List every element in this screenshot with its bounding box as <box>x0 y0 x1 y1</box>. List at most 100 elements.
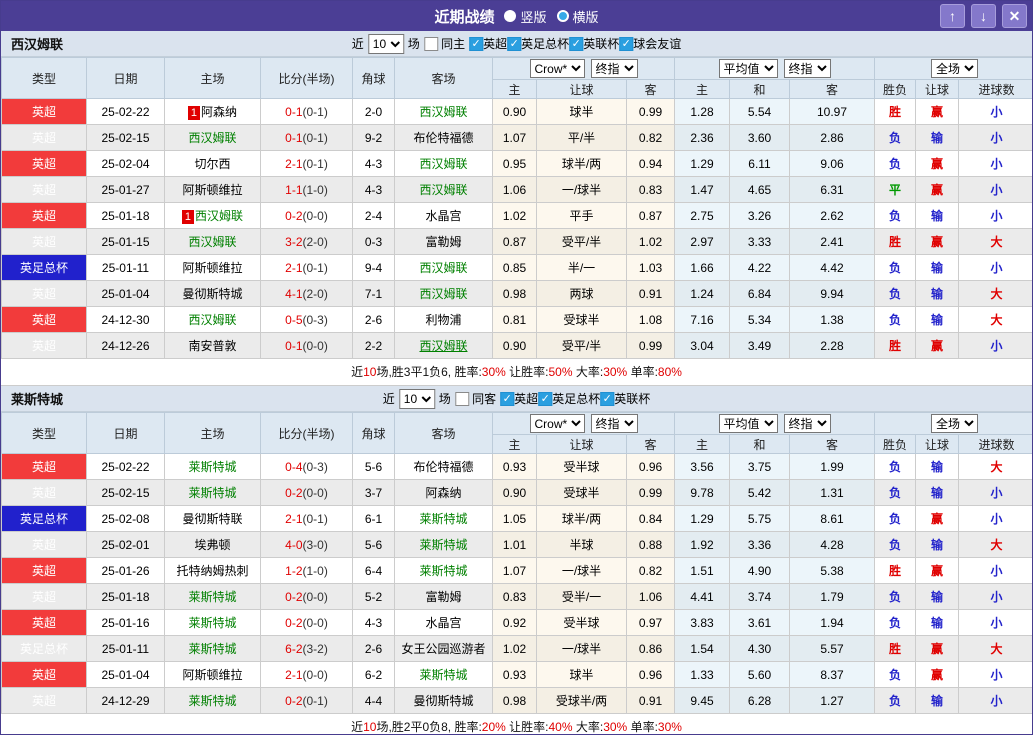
away-team-cell: 莱斯特城 <box>395 662 493 688</box>
same-venue-checkbox[interactable]: 同主 <box>424 35 465 52</box>
checkbox-checked-icon[interactable]: ✓ <box>619 37 633 51</box>
checkbox-checked-icon[interactable]: ✓ <box>538 392 552 406</box>
avg-home-cell: 9.78 <box>675 480 730 506</box>
fulltime-score: 0-5 <box>285 313 302 327</box>
away-team-name: 利物浦 <box>425 313 461 327</box>
result-cell: 负 <box>875 125 916 151</box>
halftime-score: (0-1) <box>303 694 328 708</box>
odds-stage-select-2[interactable]: 终指 <box>784 59 831 78</box>
move-up-button[interactable]: ↑ <box>940 4 965 28</box>
handicap-cell: 一/球半 <box>537 558 627 584</box>
result-cell: 胜 <box>875 99 916 125</box>
away-team-link[interactable]: 西汉姆联 <box>419 339 467 353</box>
odds-away-cell: 0.96 <box>627 662 675 688</box>
close-button[interactable]: ✕ <box>1002 4 1027 28</box>
league-filter-checkbox[interactable]: ✓英联杯 <box>600 390 650 407</box>
bookmaker-select[interactable]: Crow* <box>530 414 585 433</box>
col-score: 比分(半场) <box>261 58 353 99</box>
checkbox-checked-icon[interactable]: ✓ <box>600 392 614 406</box>
handicap-cell: 一/球半 <box>537 177 627 203</box>
average-select[interactable]: 平均值 <box>719 414 778 433</box>
home-team-name: 切尔西 <box>194 157 230 171</box>
match-count-select[interactable]: 10 <box>399 389 435 409</box>
league-filter-checkbox[interactable]: ✓英超 <box>500 390 538 407</box>
date-cell: 25-01-26 <box>87 558 165 584</box>
handicap-cell: 一/球半 <box>537 636 627 662</box>
checkbox-checked-icon[interactable]: ✓ <box>507 37 521 51</box>
avg-away-cell: 1.27 <box>790 688 875 714</box>
avg-home-cell: 1.28 <box>675 99 730 125</box>
match-count-select[interactable]: 10 <box>368 34 404 54</box>
match-row: 英超25-01-04阿斯顿维拉2-1(0-0)6-2莱斯特城0.93球半0.96… <box>2 662 1033 688</box>
checkbox-checked-icon[interactable]: ✓ <box>500 392 514 406</box>
home-team-name: 莱斯特城 <box>188 642 236 656</box>
move-down-button[interactable]: ↓ <box>971 4 996 28</box>
average-select[interactable]: 平均值 <box>719 59 778 78</box>
goals-cell: 小 <box>959 688 1033 714</box>
odds-group-header: Crow* 终指 <box>493 58 675 80</box>
score-cell: 0-1(0-0) <box>261 333 353 359</box>
col-avg-draw: 和 <box>730 80 790 99</box>
checkbox-unchecked-icon[interactable] <box>424 37 438 51</box>
home-team-cell: 莱斯特城 <box>165 610 261 636</box>
checkbox-checked-icon[interactable]: ✓ <box>469 37 483 51</box>
league-filter-checkbox[interactable]: ✓英足总杯 <box>538 390 600 407</box>
halftime-score: (0-1) <box>303 157 328 171</box>
league-filter-checkbox[interactable]: ✓英足总杯 <box>507 35 569 52</box>
halftime-score: (0-0) <box>303 339 328 353</box>
same-venue-checkbox[interactable]: 同客 <box>455 390 496 407</box>
odds-stage-select-1[interactable]: 终指 <box>591 414 638 433</box>
sections-container: 西汉姆联 近 10 场 同主 ✓英超✓英足总杯✓英联杯✓球会友谊 <box>1 31 1032 735</box>
home-team-name: 托特纳姆热刺 <box>176 564 248 578</box>
date-cell: 25-01-16 <box>87 610 165 636</box>
away-team-cell: 利物浦 <box>395 307 493 333</box>
score-cell: 6-2(3-2) <box>261 636 353 662</box>
date-cell: 24-12-26 <box>87 333 165 359</box>
halftime-score: (0-0) <box>303 668 328 682</box>
avg-away-cell: 1.38 <box>790 307 875 333</box>
league-filter-checkbox[interactable]: ✓英联杯 <box>569 35 619 52</box>
corner-cell: 4-3 <box>353 610 395 636</box>
col-result: 胜负 <box>875 80 916 99</box>
league-filter-checkbox[interactable]: ✓球会友谊 <box>619 35 681 52</box>
col-avg-away: 客 <box>790 80 875 99</box>
fulltime-score: 0-1 <box>285 339 302 353</box>
summary-text: 近 <box>351 720 363 734</box>
goals-cell: 小 <box>959 558 1033 584</box>
corner-cell: 6-4 <box>353 558 395 584</box>
odds-stage-select-2[interactable]: 终指 <box>784 414 831 433</box>
period-select[interactable]: 全场 <box>931 59 978 78</box>
col-home: 主场 <box>165 58 261 99</box>
col-home: 主场 <box>165 413 261 454</box>
avg-draw-cell: 6.84 <box>730 281 790 307</box>
handicap-result-cell: 输 <box>916 584 959 610</box>
radio-horizontal-layout[interactable]: 横版 <box>557 7 599 26</box>
match-row: 英超25-02-15莱斯特城0-2(0-0)3-7阿森纳0.90受球半0.999… <box>2 480 1033 506</box>
bookmaker-select[interactable]: Crow* <box>530 59 585 78</box>
handicap-result-cell: 赢 <box>916 636 959 662</box>
checkbox-unchecked-icon[interactable] <box>455 392 469 406</box>
col-result: 胜负 <box>875 435 916 454</box>
radio-vertical-layout[interactable]: 竖版 <box>504 7 546 26</box>
league-filter-checkbox[interactable]: ✓英超 <box>469 35 507 52</box>
odds-stage-select-1[interactable]: 终指 <box>591 59 638 78</box>
col-type: 类型 <box>2 58 87 99</box>
handicap-cell: 球半 <box>537 99 627 125</box>
corner-cell: 9-2 <box>353 125 395 151</box>
odds-home-cell: 1.01 <box>493 532 537 558</box>
avg-home-cell: 3.56 <box>675 454 730 480</box>
odds-home-cell: 1.02 <box>493 636 537 662</box>
checkbox-checked-icon[interactable]: ✓ <box>569 37 583 51</box>
period-select[interactable]: 全场 <box>931 414 978 433</box>
home-team-name: 莱斯特城 <box>188 460 236 474</box>
odds-home-cell: 0.90 <box>493 99 537 125</box>
home-team-name: 莱斯特城 <box>188 486 236 500</box>
away-team-cell: 曼彻斯特城 <box>395 688 493 714</box>
handicap-result-cell: 输 <box>916 688 959 714</box>
odds-away-cell: 1.06 <box>627 584 675 610</box>
league-filter-label: 英超 <box>483 35 507 52</box>
handicap-cell: 平/半 <box>537 125 627 151</box>
odds-home-cell: 1.02 <box>493 203 537 229</box>
date-cell: 25-01-27 <box>87 177 165 203</box>
result-cell: 负 <box>875 203 916 229</box>
